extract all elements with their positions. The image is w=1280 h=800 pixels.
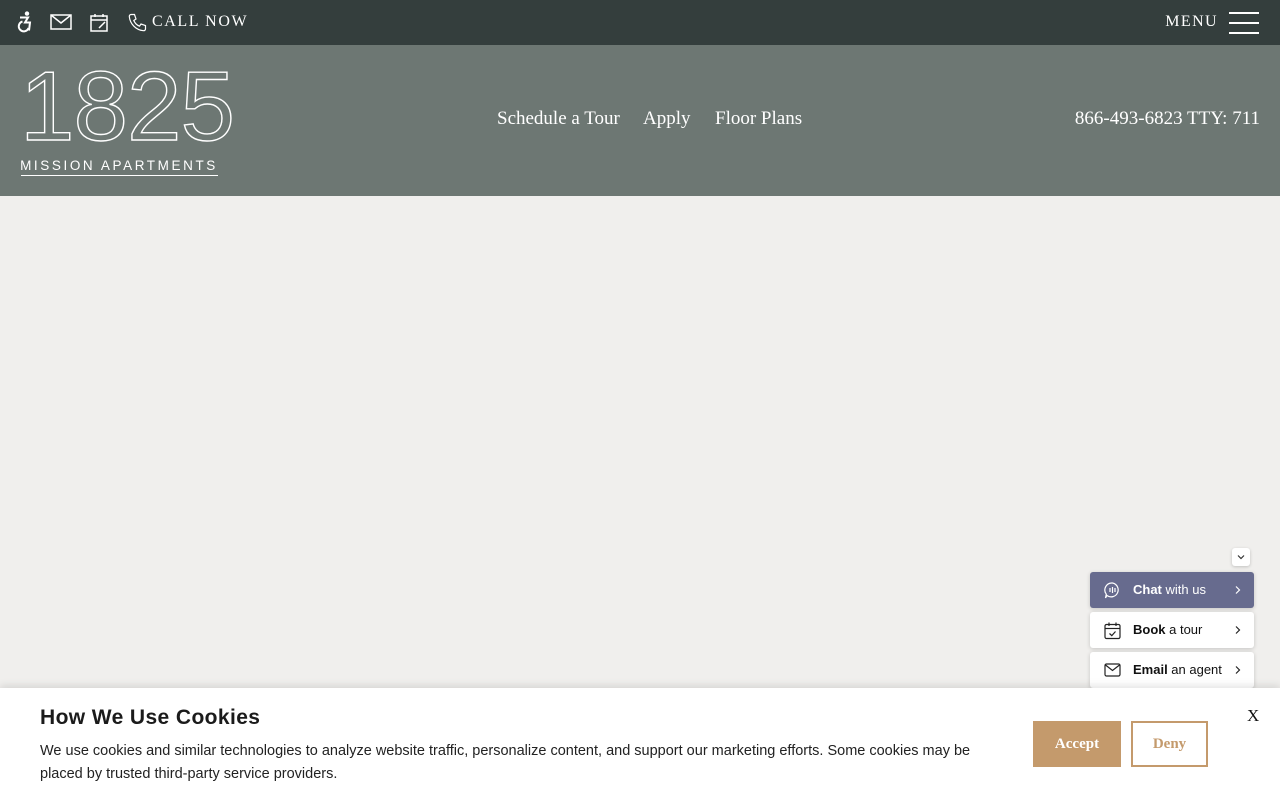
chevron-right-icon — [1235, 586, 1241, 594]
cookie-banner: How We Use Cookies We use cookies and si… — [0, 688, 1280, 800]
nav-apply[interactable]: Apply — [643, 108, 691, 130]
logo[interactable]: 1825 MISSION APARTMENTS — [19, 56, 236, 178]
email-an-agent-button[interactable]: Email an agent — [1090, 652, 1254, 688]
header-phone-number[interactable]: 866-493-6823 TTY: 711 — [1075, 108, 1260, 130]
chevron-down-icon — [1237, 555, 1245, 560]
mail-icon[interactable] — [50, 14, 72, 30]
accessibility-icon[interactable] — [15, 11, 35, 33]
widget-collapse-button[interactable] — [1232, 548, 1250, 566]
logo-number: 1825 — [19, 51, 235, 161]
cookie-banner-title: How We Use Cookies — [40, 706, 261, 729]
chevron-right-icon — [1235, 666, 1241, 674]
top-bar: CALL NOW MENU — [0, 0, 1280, 45]
calendar-check-icon — [1104, 622, 1121, 640]
main-content — [0, 196, 1280, 688]
site-header: 1825 MISSION APARTMENTS Schedule a Tour … — [0, 45, 1280, 196]
chevron-right-icon — [1235, 626, 1241, 634]
phone-icon[interactable] — [128, 13, 147, 32]
close-cookie-banner-button[interactable]: X — [1247, 706, 1259, 726]
mail-icon — [1104, 663, 1121, 677]
chat-with-us-button[interactable]: Chat with us — [1090, 572, 1254, 608]
menu-label[interactable]: MENU — [1165, 13, 1218, 31]
chat-label: Chat with us — [1133, 582, 1206, 597]
logo-divider — [21, 175, 218, 176]
calendar-icon[interactable] — [90, 13, 108, 32]
book-a-tour-button[interactable]: Book a tour — [1090, 612, 1254, 648]
call-now-link[interactable]: CALL NOW — [152, 13, 248, 31]
accept-cookies-button[interactable]: Accept — [1033, 721, 1121, 767]
chat-icon — [1104, 582, 1119, 599]
logo-subtitle: MISSION APARTMENTS — [20, 158, 218, 173]
nav-schedule-tour[interactable]: Schedule a Tour — [497, 108, 620, 130]
cookie-banner-text: We use cookies and similar technologies … — [40, 743, 971, 782]
email-label: Email an agent — [1133, 662, 1222, 677]
nav-floor-plans[interactable]: Floor Plans — [715, 108, 802, 130]
book-label: Book a tour — [1133, 622, 1203, 637]
hamburger-menu-icon[interactable] — [1229, 12, 1259, 34]
deny-cookies-button[interactable]: Deny — [1131, 721, 1208, 767]
